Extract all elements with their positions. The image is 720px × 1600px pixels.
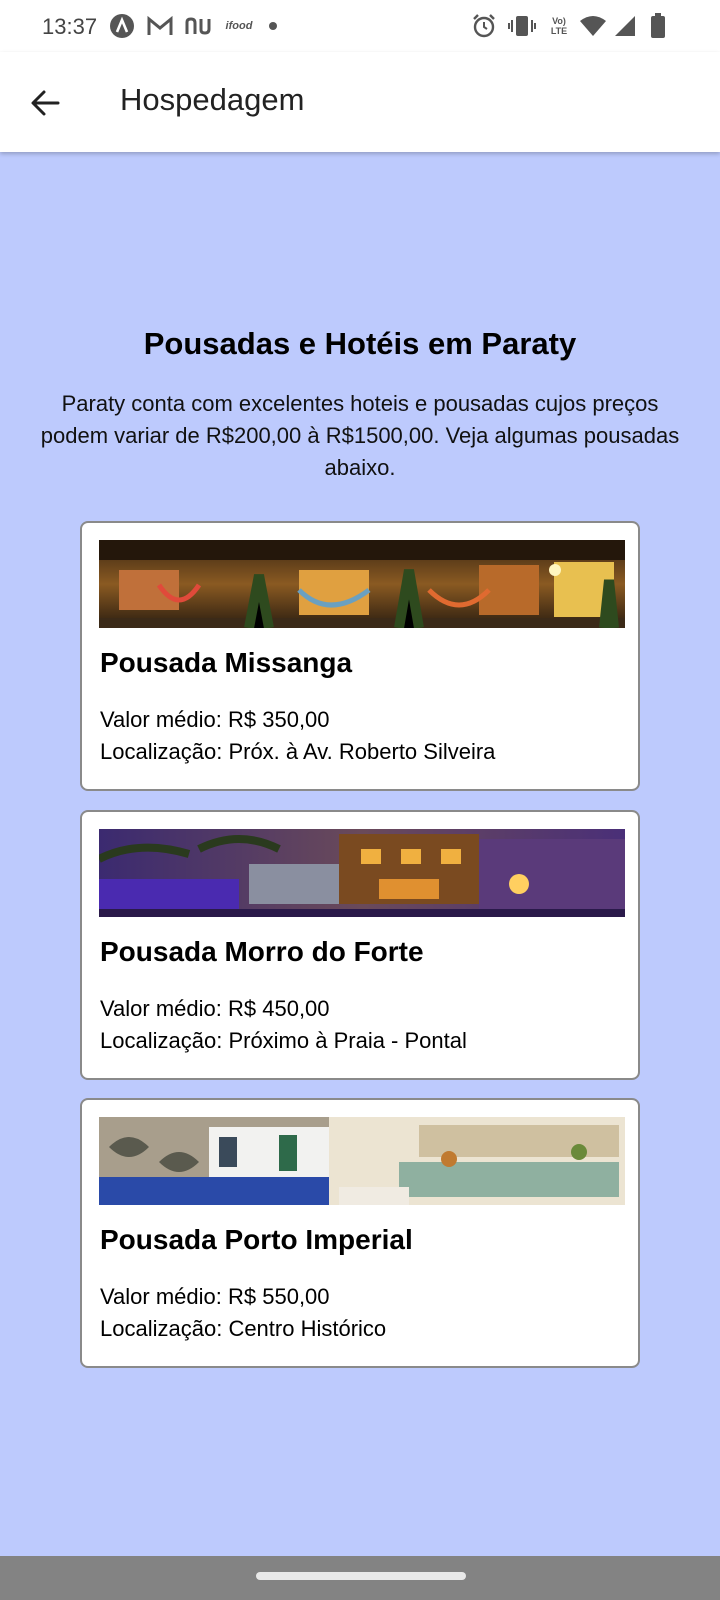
location-value: Próximo à Praia - Pontal bbox=[228, 1028, 467, 1053]
pousada-card-missanga[interactable]: Pousada Missanga Valor médio: R$ 350,00 … bbox=[80, 521, 640, 791]
pousada-location: Localização: Centro Histórico bbox=[100, 1316, 386, 1342]
intro-text: Paraty conta com excelentes hoteis e pou… bbox=[40, 391, 680, 480]
pousada-location: Localização: Próx. à Av. Roberto Silveir… bbox=[100, 739, 495, 765]
location-value: Próx. à Av. Roberto Silveira bbox=[228, 739, 496, 764]
pousada-location: Localização: Próximo à Praia - Pontal bbox=[100, 1028, 467, 1054]
lte-label: LTE bbox=[550, 26, 568, 36]
status-time: 13:37 bbox=[42, 14, 98, 39]
pousada-price: Valor médio: R$ 550,00 bbox=[100, 1284, 330, 1310]
pousada-name: Pousada Morro do Forte bbox=[100, 936, 424, 967]
arrow-left-icon bbox=[31, 90, 60, 116]
pousada-card-morro-do-forte[interactable]: Pousada Morro do Forte Valor médio: R$ 4… bbox=[80, 810, 640, 1080]
vibrate-icon bbox=[508, 14, 536, 38]
nubank-icon bbox=[184, 14, 214, 38]
pousada-missanga-photo bbox=[99, 540, 625, 628]
signal-icon bbox=[612, 14, 638, 38]
app-bar: Hospedagem bbox=[0, 52, 720, 152]
volte-icon: Vo) LTE bbox=[544, 14, 574, 38]
location-label: Localização: bbox=[100, 1028, 223, 1053]
pousada-price: Valor médio: R$ 350,00 bbox=[100, 707, 330, 733]
system-nav-bar bbox=[0, 1556, 720, 1600]
page-title: Hospedagem bbox=[120, 82, 305, 117]
price-label: Valor médio: bbox=[100, 1284, 222, 1309]
section-heading: Pousadas e Hotéis em Paraty bbox=[143, 326, 577, 361]
pousada-card-porto-imperial[interactable]: Pousada Porto Imperial Valor médio: R$ 5… bbox=[80, 1098, 640, 1368]
location-label: Localização: bbox=[100, 739, 223, 764]
pousada-morro-do-forte-photo bbox=[99, 829, 625, 917]
location-value: Centro Histórico bbox=[228, 1316, 387, 1341]
home-gesture-handle[interactable] bbox=[256, 1572, 466, 1580]
pousada-price: Valor médio: R$ 450,00 bbox=[100, 996, 330, 1022]
price-value: R$ 550,00 bbox=[228, 1284, 330, 1309]
wifi-icon bbox=[578, 14, 608, 38]
location-label: Localização: bbox=[100, 1316, 223, 1341]
battery-icon bbox=[648, 13, 668, 38]
ifood-icon: ifood bbox=[225, 20, 253, 32]
status-bar: 13:37 ifood Vo) LTE bbox=[0, 0, 720, 52]
volte-label: Vo) bbox=[552, 16, 566, 26]
alarm-icon bbox=[470, 14, 498, 38]
dot-icon bbox=[266, 14, 280, 38]
back-button[interactable] bbox=[22, 80, 68, 126]
gmail-icon bbox=[146, 14, 174, 38]
price-value: R$ 450,00 bbox=[228, 996, 330, 1021]
price-label: Valor médio: bbox=[100, 707, 222, 732]
pousada-name: Pousada Missanga bbox=[100, 647, 353, 678]
price-value: R$ 350,00 bbox=[228, 707, 330, 732]
price-label: Valor médio: bbox=[100, 996, 222, 1021]
pousada-porto-imperial-photo bbox=[99, 1117, 625, 1205]
circle-a-icon bbox=[108, 14, 136, 38]
pousada-name: Pousada Porto Imperial bbox=[100, 1224, 413, 1255]
